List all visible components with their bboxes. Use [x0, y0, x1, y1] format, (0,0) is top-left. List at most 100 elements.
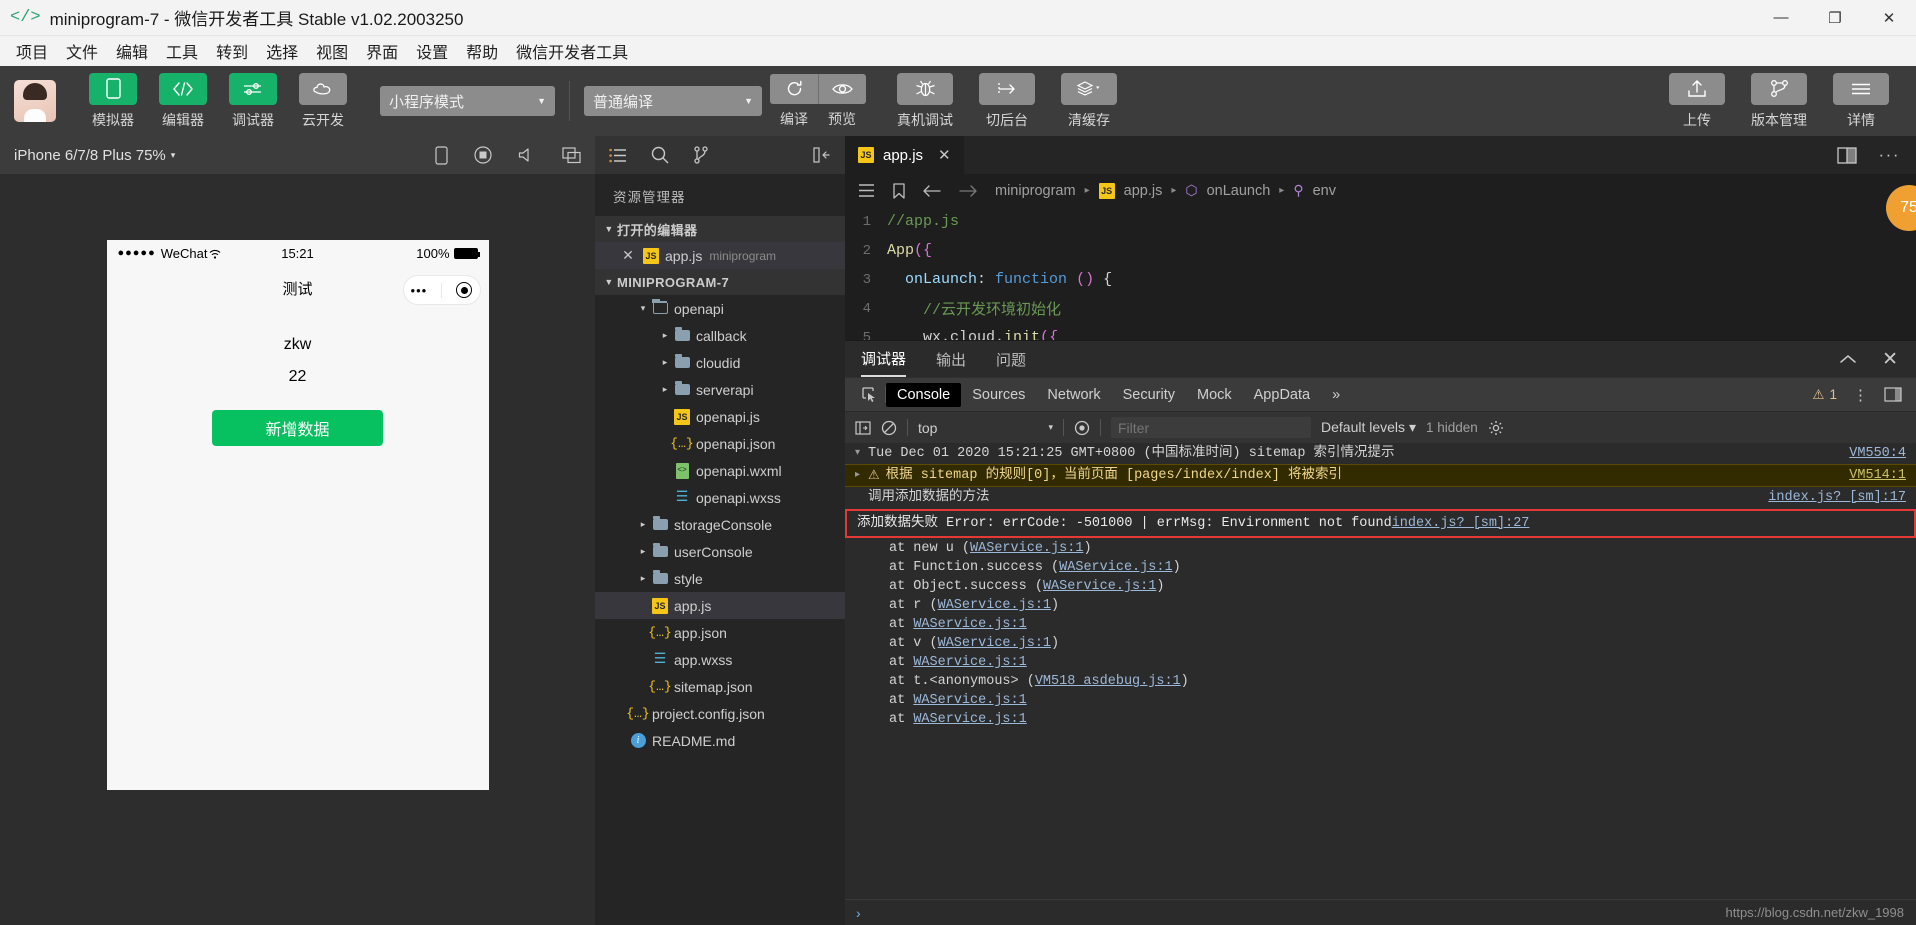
tree-item-project-config-json[interactable]: {…} project.config.json	[595, 700, 845, 727]
stack-source-link[interactable]: WAService.js:1	[938, 636, 1051, 651]
tree-item-sitemap-json[interactable]: {…} sitemap.json	[595, 673, 845, 700]
tab-problems[interactable]: 问题	[996, 341, 1026, 377]
twisty-icon[interactable]: ▸	[657, 330, 673, 341]
collapse-icon[interactable]	[813, 147, 831, 163]
breadcrumb-item-app-js[interactable]: app.js	[1124, 183, 1163, 199]
tree-item-callback[interactable]: ▸ callback	[595, 322, 845, 349]
close-target-icon[interactable]	[456, 282, 473, 298]
tree-item-app-wxss[interactable]: ☰ app.wxss	[595, 646, 845, 673]
background-button[interactable]: 切后台	[970, 72, 1044, 130]
tree-item-app-js[interactable]: JS app.js	[595, 592, 845, 619]
close-icon[interactable]: ✕	[1882, 348, 1898, 371]
tree-item-openapi-json[interactable]: {…} openapi.json	[595, 430, 845, 457]
compile-select[interactable]: 普通编译 ▼	[584, 86, 762, 116]
devtools-more-tabs[interactable]: »	[1321, 383, 1351, 407]
outline-icon[interactable]	[859, 184, 875, 197]
close-icon[interactable]: ✕	[938, 146, 951, 164]
stack-source-link[interactable]: WAService.js:1	[970, 541, 1083, 556]
details-button[interactable]: 详情	[1824, 72, 1898, 130]
devtools-tab-security[interactable]: Security	[1112, 383, 1186, 407]
console-source-link[interactable]: VM514:1	[1839, 466, 1906, 485]
eye-icon[interactable]	[1074, 420, 1090, 436]
tree-item-cloudid[interactable]: ▸ cloudid	[595, 349, 845, 376]
stack-source-link[interactable]: WAService.js:1	[913, 693, 1026, 708]
tree-item-openapi[interactable]: ▾ openapi	[595, 295, 845, 322]
open-editors-section-header[interactable]: ▼ 打开的编辑器	[595, 216, 845, 242]
editor-toggle-button[interactable]: 编辑器	[152, 72, 214, 130]
devtools-tab-appdata[interactable]: AppData	[1243, 383, 1321, 407]
devtools-tab-network[interactable]: Network	[1036, 383, 1111, 407]
more-vertical-icon[interactable]: ⋮	[1853, 386, 1868, 404]
console-filter-input[interactable]	[1111, 417, 1311, 438]
console-output[interactable]: ▾ Tue Dec 01 2020 15:21:25 GMT+0800 (中国标准…	[845, 443, 1916, 899]
record-icon[interactable]	[474, 146, 492, 164]
tab-output[interactable]: 输出	[936, 341, 966, 377]
menu-item-file[interactable]: 文件	[57, 37, 107, 65]
compile-button[interactable]	[770, 73, 818, 104]
menu-item-edit[interactable]: 编辑	[107, 37, 157, 65]
menu-item-select[interactable]: 选择	[257, 37, 307, 65]
gear-icon[interactable]	[1488, 420, 1504, 436]
expand-arrow-icon[interactable]: ▸	[855, 466, 868, 485]
simulator-toggle-button[interactable]: 模拟器	[82, 72, 144, 130]
volume-icon[interactable]	[518, 147, 536, 163]
cloud-dev-button[interactable]: 云开发	[292, 72, 354, 130]
twisty-icon[interactable]: ▾	[635, 303, 651, 314]
menu-item-ui[interactable]: 界面	[357, 37, 407, 65]
devtools-tab-console[interactable]: Console	[886, 382, 962, 407]
version-management-button[interactable]: 版本管理	[1742, 72, 1816, 130]
upload-button[interactable]: 上传	[1660, 72, 1734, 130]
twisty-icon[interactable]: ▸	[657, 384, 673, 395]
tree-item-openapi-wxml[interactable]: <> openapi.wxml	[595, 457, 845, 484]
warning-count-badge[interactable]: ⚠ 1	[1812, 387, 1837, 403]
dock-icon[interactable]	[1884, 387, 1902, 402]
open-editor-item-app-js[interactable]: ✕ JS app.js miniprogram	[595, 242, 845, 269]
stack-source-link[interactable]: WAService.js:1	[1043, 579, 1156, 594]
search-icon[interactable]	[651, 146, 669, 164]
menu-item-wechat-devtools[interactable]: 微信开发者工具	[507, 37, 637, 65]
console-source-link[interactable]: index.js? [sm]:17	[1758, 488, 1906, 507]
console-source-link[interactable]: VM550:4	[1839, 444, 1906, 463]
forward-arrow-icon[interactable]	[959, 184, 977, 198]
tab-app-js[interactable]: JS app.js ✕	[845, 136, 965, 174]
branch-icon[interactable]	[693, 146, 709, 164]
stack-source-link[interactable]: WAService.js:1	[1059, 560, 1172, 575]
list-icon[interactable]	[609, 148, 627, 163]
expand-arrow-icon[interactable]: ▾	[855, 444, 868, 463]
more-actions-icon[interactable]: ···	[1879, 145, 1900, 165]
menu-item-help[interactable]: 帮助	[457, 37, 507, 65]
console-context-select[interactable]: top ▾	[918, 420, 1053, 436]
twisty-icon[interactable]: ▸	[635, 573, 651, 584]
split-editor-icon[interactable]	[1836, 146, 1857, 164]
stack-source-link[interactable]: WAService.js:1	[913, 655, 1026, 670]
tree-item-readme-md[interactable]: i README.md	[595, 727, 845, 754]
twisty-icon[interactable]: ▸	[657, 357, 673, 368]
phone-outline-icon[interactable]	[435, 145, 448, 165]
twisty-icon[interactable]: ▸	[635, 546, 651, 557]
menu-item-settings[interactable]: 设置	[407, 37, 457, 65]
breadcrumb-item-env[interactable]: env	[1313, 183, 1336, 199]
tree-item-style[interactable]: ▸ style	[595, 565, 845, 592]
menu-item-goto[interactable]: 转到	[207, 37, 257, 65]
copy-icon[interactable]	[562, 146, 581, 164]
twisty-icon[interactable]: ▸	[635, 519, 651, 530]
tree-item-openapi-wxss[interactable]: ☰ openapi.wxss	[595, 484, 845, 511]
tab-debugger[interactable]: 调试器	[861, 341, 907, 377]
back-arrow-icon[interactable]	[923, 184, 941, 198]
tree-item-serverapi[interactable]: ▸ serverapi	[595, 376, 845, 403]
preview-button[interactable]	[818, 73, 866, 104]
breadcrumb-item-miniprogram[interactable]: miniprogram	[995, 183, 1076, 199]
real-device-debug-button[interactable]: 真机调试	[888, 72, 962, 130]
expand-arrow-icon[interactable]	[855, 488, 868, 507]
collapse-up-icon[interactable]	[1840, 354, 1856, 365]
chevron-down-icon[interactable]: ▾	[171, 150, 176, 161]
stack-source-link[interactable]: WAService.js:1	[938, 598, 1051, 613]
device-select[interactable]: iPhone 6/7/8 Plus 75%	[14, 147, 166, 164]
close-icon[interactable]: ✕	[619, 247, 637, 264]
bookmark-icon[interactable]	[893, 182, 905, 199]
tree-item-userconsole[interactable]: ▸ userConsole	[595, 538, 845, 565]
capsule-menu[interactable]: •••	[402, 275, 481, 305]
stack-source-link[interactable]: WAService.js:1	[913, 712, 1026, 727]
breadcrumb-item-onlaunch[interactable]: onLaunch	[1207, 183, 1271, 199]
sidebar-toggle-icon[interactable]	[855, 420, 871, 435]
